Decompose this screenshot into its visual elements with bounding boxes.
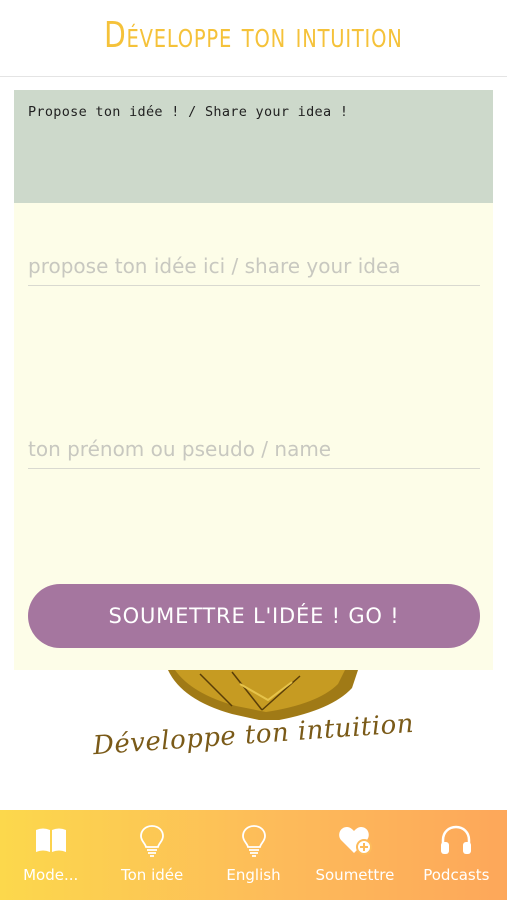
bottom-tab-bar: Mode... Ton idée English Soumettre Podca… bbox=[0, 810, 507, 900]
tab-label-podcasts: Podcasts bbox=[423, 866, 490, 884]
tab-english[interactable]: English bbox=[203, 810, 304, 900]
tab-soumettre[interactable]: Soumettre bbox=[304, 810, 405, 900]
headphones-icon bbox=[441, 825, 472, 854]
book-icon bbox=[35, 828, 66, 852]
idea-form: Propose ton idée ! / Share your idea ! S… bbox=[14, 90, 493, 670]
tab-podcasts[interactable]: Podcasts bbox=[406, 810, 507, 900]
tab-label-mode: Mode... bbox=[23, 866, 79, 884]
tab-label-english: English bbox=[226, 866, 281, 884]
form-banner: Propose ton idée ! / Share your idea ! bbox=[14, 90, 493, 203]
submit-idea-button[interactable]: SOUMETTRE L'IDÉE ! GO ! bbox=[28, 584, 480, 648]
idea-input[interactable] bbox=[28, 246, 480, 286]
lightbulb-icon bbox=[140, 825, 165, 857]
heart-plus-icon bbox=[339, 827, 372, 855]
logo: Développe ton intuition bbox=[0, 670, 507, 810]
page-title: Développe ton intuition bbox=[104, 14, 403, 56]
lightbulb-icon bbox=[241, 825, 266, 857]
tab-label-ton-idee: Ton idée bbox=[121, 866, 184, 884]
tab-mode[interactable]: Mode... bbox=[0, 810, 101, 900]
app-header: Développe ton intuition bbox=[0, 0, 507, 77]
name-input[interactable] bbox=[28, 429, 480, 469]
tab-ton-idee[interactable]: Ton idée bbox=[101, 810, 202, 900]
tab-label-soumettre: Soumettre bbox=[315, 866, 395, 884]
form-banner-text: Propose ton idée ! / Share your idea ! bbox=[28, 104, 349, 120]
